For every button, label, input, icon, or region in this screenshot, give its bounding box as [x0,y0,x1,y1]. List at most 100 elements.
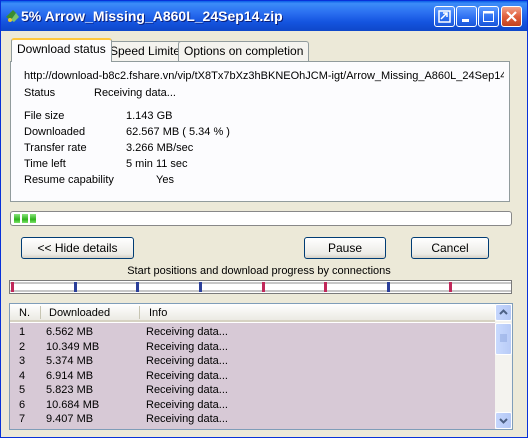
cell-downloaded: 6.562 MB [46,326,94,338]
connection-segment [448,282,511,292]
file-size-label: File size [24,110,65,122]
cell-n: 2 [19,340,26,353]
tab-options-on-completion[interactable]: Options on completion [178,41,310,61]
cell-n: 4 [19,369,26,382]
transfer-rate-label: Transfer rate [24,142,87,154]
title-bar[interactable]: 5% Arrow_Missing_A860L_24Sep14.zip [1,1,527,31]
progress-segment [14,214,20,223]
overall-progress-bar [10,211,512,226]
resume-capability-label: Resume capability [24,174,114,186]
table-row[interactable]: 4 6.914 MB Receiving data... [10,369,496,383]
scroll-down-icon [499,418,508,424]
export-icon [438,10,451,23]
connection-segment [73,282,135,292]
cell-downloaded: 9.407 MB [46,413,94,425]
connection-marker [262,282,265,292]
maximize-button[interactable] [478,6,499,27]
connection-marker [387,282,390,292]
time-left-value: 5 min 11 sec [126,158,188,170]
tab-label: Speed Limiter [110,44,185,58]
cell-n: 6 [19,398,26,411]
cell-info: Receiving data... [146,398,228,411]
connection-segment [10,282,73,292]
cell-n: 5 [19,384,26,396]
cell-downloaded: 5.374 MB [46,355,94,367]
close-button[interactable] [501,6,522,27]
file-size-value: 1.143 GB [126,110,173,122]
hide-details-button[interactable]: << Hide details [21,237,134,259]
pause-button[interactable]: Pause [304,237,386,259]
column-header-n[interactable]: N. [19,307,30,319]
ida-app-icon [5,8,21,24]
connections-progress-bar [9,280,512,294]
scroll-down-button[interactable] [495,412,512,429]
download-url: http://download-b8c2.fshare.vn/vip/tX8Tx… [24,70,504,82]
cell-info: Receiving data... [146,355,228,367]
transfer-rate-value: 3.266 MB/sec [126,142,194,154]
connection-marker [136,282,139,292]
connection-segment [386,282,448,292]
cell-downloaded: 10.349 MB [46,340,100,353]
download-status-panel: http://download-b8c2.fshare.vn/vip/tX8Tx… [10,61,510,202]
minimize-icon [462,19,469,22]
cell-info: Receiving data... [146,326,228,338]
table-row[interactable]: 7 9.407 MB Receiving data... [10,412,496,426]
cell-n: 7 [19,413,26,425]
vertical-scrollbar[interactable] [495,304,512,429]
connection-marker [74,282,77,292]
connection-segment [323,282,386,292]
cancel-button[interactable]: Cancel [411,237,489,259]
status-value: Receiving data... [94,87,176,99]
cell-downloaded: 7.399 MB [46,428,93,430]
download-window: 5% Arrow_Missing_A860L_24Sep14.zip Downl… [0,0,528,438]
connection-segment [261,282,323,292]
table-row[interactable]: 5 5.823 MB Receiving data... [10,383,496,397]
downloaded-label: Downloaded [24,126,86,138]
cell-downloaded: 6.914 MB [46,369,94,382]
downloaded-value: 62.567 MB ( 5.34 % ) [126,126,230,138]
tab-download-status[interactable]: Download status [11,38,112,62]
connection-segment [198,282,261,292]
scroll-up-icon [499,309,508,315]
tab-label: Options on completion [184,44,304,58]
connection-marker [199,282,202,292]
connections-list[interactable]: N. Downloaded Info 1 6.562 MB Receiving da… [9,303,513,430]
list-rows: 1 6.562 MB Receiving data... 2 10.349 MB Rece… [10,323,496,430]
tab-label: Download status [17,42,106,56]
connection-marker [449,282,452,292]
connection-marker [11,282,14,292]
progress-segment [30,214,36,223]
cell-info: Receiving data... [146,428,228,430]
column-header-downloaded[interactable]: Downloaded [49,307,110,319]
scroll-up-button[interactable] [495,304,512,321]
connection-segment [135,282,198,292]
table-row[interactable]: 2 10.349 MB Receiving data... [10,340,496,354]
connection-marker [324,282,327,292]
table-row[interactable]: 8 7.399 MB Receiving data... [10,427,496,430]
minimize-button[interactable] [456,6,477,27]
column-separator[interactable] [40,306,41,319]
resume-capability-value: Yes [156,174,174,186]
time-left-label: Time left [24,158,66,170]
close-icon [506,11,517,22]
cell-info: Receiving data... [146,384,228,396]
cell-info: Receiving data... [146,369,228,382]
column-separator[interactable] [139,306,140,319]
cell-downloaded: 5.823 MB [46,384,94,396]
window-title: 5% Arrow_Missing_A860L_24Sep14.zip [21,8,283,24]
table-row[interactable]: 1 6.562 MB Receiving data... [10,325,496,339]
cell-n: 8 [19,428,25,430]
column-header-info[interactable]: Info [149,307,167,319]
export-button[interactable] [434,6,455,27]
maximize-icon [483,11,494,22]
status-label: Status [24,87,56,99]
list-header: N. Downloaded Info [10,304,496,322]
cell-info: Receiving data... [146,413,228,425]
table-row[interactable]: 6 10.684 MB Receiving data... [10,398,496,412]
cell-n: 1 [19,326,26,338]
cell-downloaded: 10.684 MB [46,398,100,411]
scroll-thumb[interactable] [495,323,512,355]
connections-title: Start positions and download progress by… [127,265,391,277]
cell-info: Receiving data... [146,340,228,353]
table-row[interactable]: 3 5.374 MB Receiving data... [10,354,496,368]
